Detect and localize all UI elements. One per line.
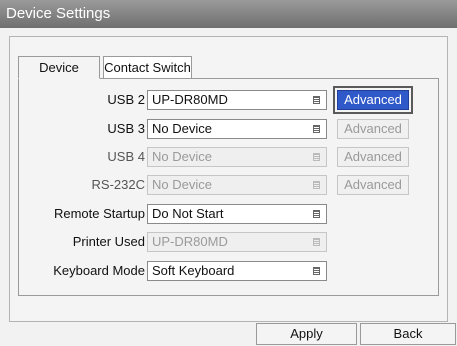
usb2-value: UP-DR80MD <box>152 92 228 107</box>
rs232c-advanced-button[interactable]: Advanced <box>337 175 409 195</box>
usb2-row: USB 2 UP-DR80MD Advanced <box>19 86 438 114</box>
usb4-value: No Device <box>152 149 212 164</box>
keyboard-mode-label: Keyboard Mode <box>53 263 145 278</box>
remote-startup-label: Remote Startup <box>53 206 145 221</box>
dropdown-icon <box>313 153 320 161</box>
dropdown-icon <box>313 238 320 246</box>
usb2-advanced-button[interactable]: Advanced <box>333 86 413 114</box>
printer-used-label: Printer Used <box>72 234 145 249</box>
dropdown-icon <box>313 96 320 104</box>
usb4-advanced-button[interactable]: Advanced <box>337 147 409 167</box>
usb3-row: USB 3 No Device Advanced <box>19 119 438 139</box>
rs232c-row: RS-232C No Device Advanced <box>19 175 438 195</box>
back-button[interactable]: Back <box>360 323 456 345</box>
rs232c-value: No Device <box>152 177 212 192</box>
usb3-value: No Device <box>152 121 212 136</box>
usb4-select[interactable]: No Device <box>147 147 327 167</box>
tab-device[interactable]: Device <box>18 56 100 79</box>
rs232c-label: RS-232C <box>91 177 145 192</box>
tab-contact-switch[interactable]: Contact Switch <box>103 56 192 79</box>
keyboard-mode-value: Soft Keyboard <box>152 263 235 278</box>
remote-startup-select[interactable]: Do Not Start <box>147 204 327 224</box>
window-title: Device Settings <box>0 0 457 28</box>
usb3-label: USB 3 <box>107 121 145 136</box>
usb3-advanced-button[interactable]: Advanced <box>337 119 409 139</box>
remote-startup-value: Do Not Start <box>152 206 224 221</box>
dropdown-icon <box>313 125 320 133</box>
remote-startup-row: Remote Startup Do Not Start <box>19 204 438 224</box>
apply-button[interactable]: Apply <box>256 323 357 345</box>
printer-used-select[interactable]: UP-DR80MD <box>147 232 327 252</box>
keyboard-mode-select[interactable]: Soft Keyboard <box>147 261 327 281</box>
dropdown-icon <box>313 181 320 189</box>
usb2-label: USB 2 <box>107 92 145 107</box>
usb4-label: USB 4 <box>107 149 145 164</box>
usb2-select[interactable]: UP-DR80MD <box>147 90 327 110</box>
rs232c-select[interactable]: No Device <box>147 175 327 195</box>
usb4-row: USB 4 No Device Advanced <box>19 147 438 167</box>
printer-used-row: Printer Used UP-DR80MD <box>19 232 438 252</box>
keyboard-mode-row: Keyboard Mode Soft Keyboard <box>19 261 438 281</box>
dropdown-icon <box>313 210 320 218</box>
device-tab-content: USB 2 UP-DR80MD Advanced USB 3 No Device… <box>18 78 439 296</box>
dropdown-icon <box>313 267 320 275</box>
printer-used-value: UP-DR80MD <box>152 234 228 249</box>
usb3-select[interactable]: No Device <box>147 119 327 139</box>
